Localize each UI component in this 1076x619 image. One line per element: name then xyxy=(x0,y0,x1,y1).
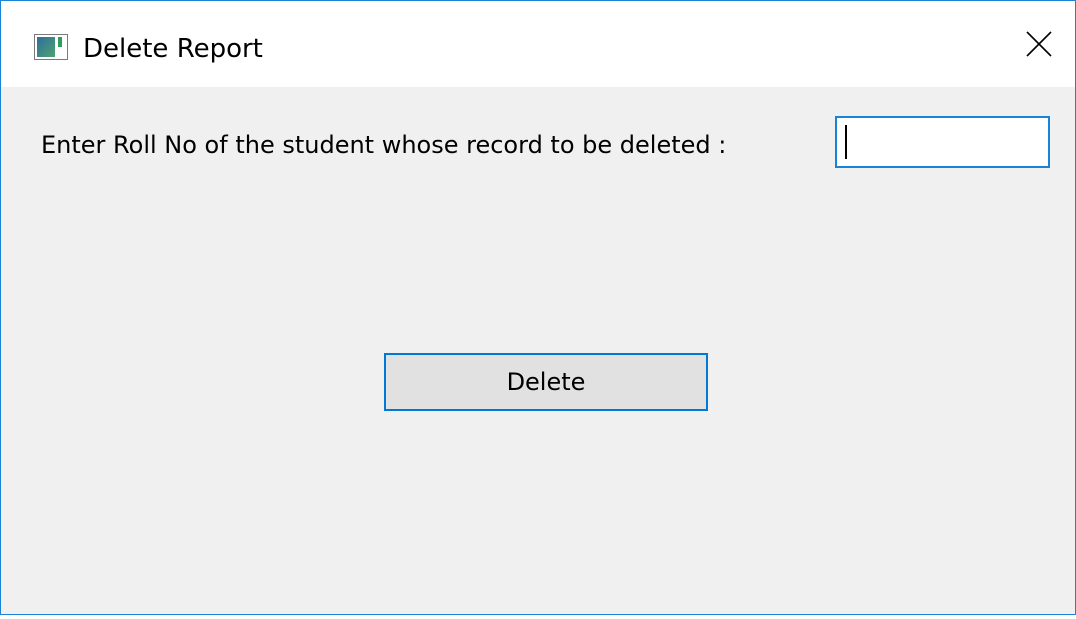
roll-no-prompt-label: Enter Roll No of the student whose recor… xyxy=(41,131,727,159)
roll-no-input[interactable] xyxy=(835,116,1050,168)
window-app-icon xyxy=(34,34,68,60)
text-caret xyxy=(845,125,847,159)
delete-button[interactable]: Delete xyxy=(384,353,708,411)
title-bar[interactable]: Delete Report xyxy=(1,1,1075,87)
close-icon xyxy=(1026,31,1052,57)
close-button[interactable] xyxy=(1003,1,1075,87)
delete-report-window: Delete Report Enter Roll No of the stude… xyxy=(0,0,1076,615)
window-title: Delete Report xyxy=(83,34,263,64)
